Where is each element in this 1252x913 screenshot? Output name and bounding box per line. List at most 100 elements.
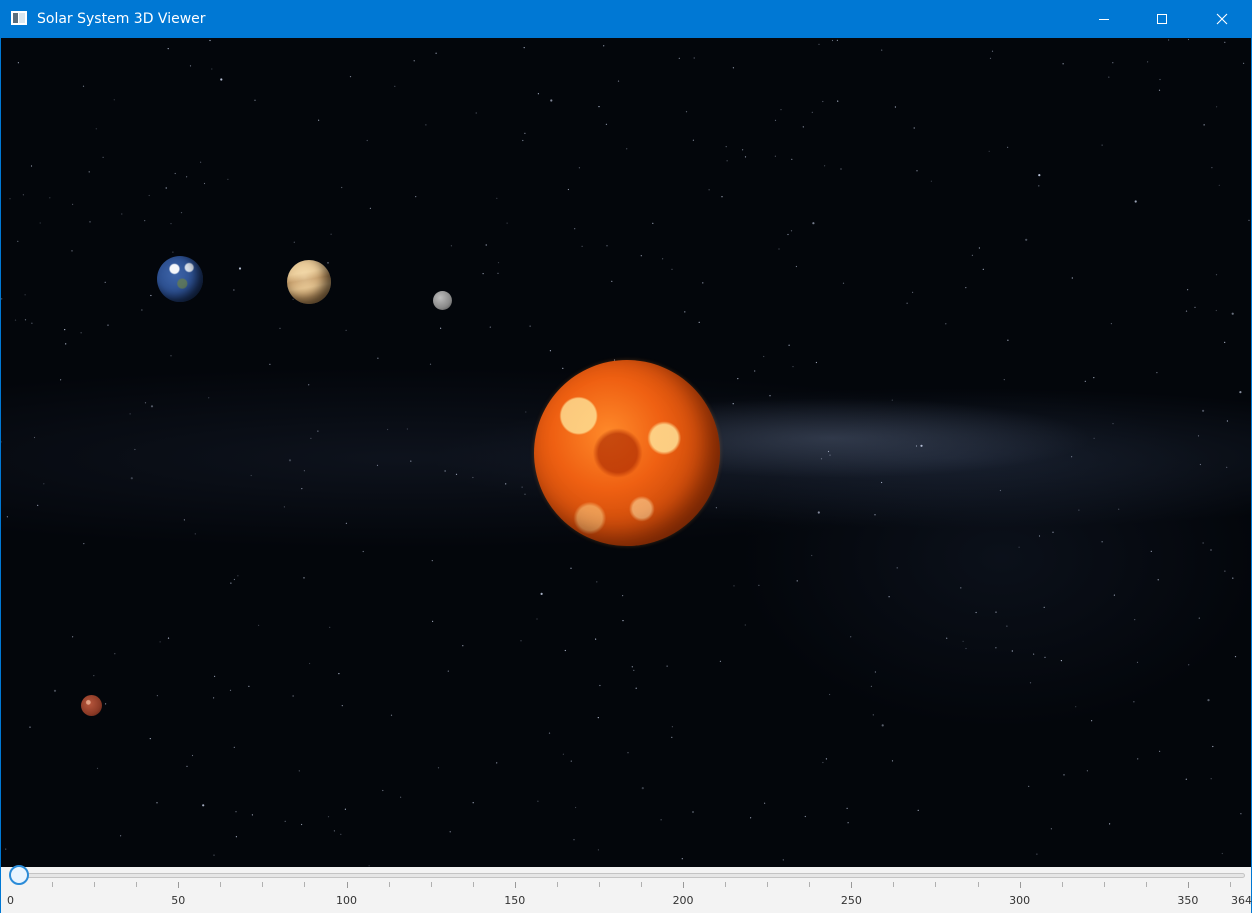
close-icon [1216,13,1227,25]
star [505,483,507,485]
star [309,662,311,665]
star [258,624,260,627]
star [1159,750,1161,752]
star [850,636,852,638]
star [988,150,990,152]
star [1003,379,1005,381]
star [1224,41,1226,43]
star [791,158,793,160]
star [1221,852,1223,855]
star [344,808,346,810]
star [640,255,642,257]
slider-tick [977,882,979,887]
star [520,640,522,642]
star [413,60,415,62]
star [170,223,172,225]
star [64,329,66,331]
star [327,816,330,818]
star [827,450,830,453]
slider-thumb[interactable] [9,865,29,885]
star [82,85,85,87]
star [49,197,51,199]
star [652,222,654,224]
star [1060,660,1062,662]
maximize-button[interactable] [1133,0,1191,38]
star [330,233,332,235]
slider-tick-label: 0 [7,894,14,907]
star [812,222,815,225]
star [599,684,601,687]
star [548,732,551,734]
star [1007,146,1009,148]
mercury[interactable] [433,291,452,310]
star [24,294,26,296]
slider-tick-label: 250 [840,894,862,907]
slider-tick [94,882,96,887]
star [874,671,877,673]
star [341,705,343,707]
star [1234,656,1237,658]
star [1156,372,1158,374]
star [597,717,599,719]
star [792,366,794,368]
slider-tick [1061,882,1063,887]
star [1078,509,1080,511]
slider-tick-label: 150 [504,894,526,907]
star [156,802,158,804]
star [203,182,206,185]
star [829,693,831,696]
star [1187,38,1190,41]
mars[interactable] [81,695,102,716]
star [744,156,747,158]
star [962,640,964,643]
star [529,325,531,327]
star [733,585,735,587]
star [200,161,202,163]
star [1112,62,1114,64]
star [1157,579,1159,581]
star [329,626,331,628]
sun[interactable] [534,360,720,546]
earth[interactable] [157,256,203,302]
star [1134,200,1137,203]
star [1185,310,1188,312]
slider-track[interactable] [9,865,1245,885]
star [778,248,780,250]
star [737,378,739,380]
3d-viewport[interactable] [1,38,1251,867]
star [1203,124,1205,126]
star [1091,720,1093,722]
star [440,327,442,329]
star [1101,144,1103,146]
maximize-icon [1157,14,1167,24]
close-button[interactable] [1191,0,1252,38]
star [165,187,167,189]
star [578,167,581,169]
star [829,454,831,456]
star [913,127,915,129]
star [338,673,340,675]
star [394,85,396,87]
star [308,384,310,386]
star [1113,594,1115,596]
star [780,109,782,111]
star [349,76,352,78]
star [1248,219,1250,221]
star [134,448,136,451]
star [1185,778,1187,780]
star [681,858,683,860]
minimize-button[interactable] [1075,0,1133,38]
star [415,196,417,198]
venus[interactable] [287,260,331,304]
star [891,399,893,401]
star [129,413,131,415]
star [475,112,477,114]
star [1231,312,1234,315]
star [435,52,437,54]
slider-tick [935,882,937,887]
slider-tick [220,882,222,887]
star [462,645,464,647]
title-bar[interactable]: Solar System 3D Viewer [0,0,1252,38]
timeline-slider[interactable]: 0 50 100 150 200 250 300 350 364 [1,865,1252,913]
star [595,638,597,640]
